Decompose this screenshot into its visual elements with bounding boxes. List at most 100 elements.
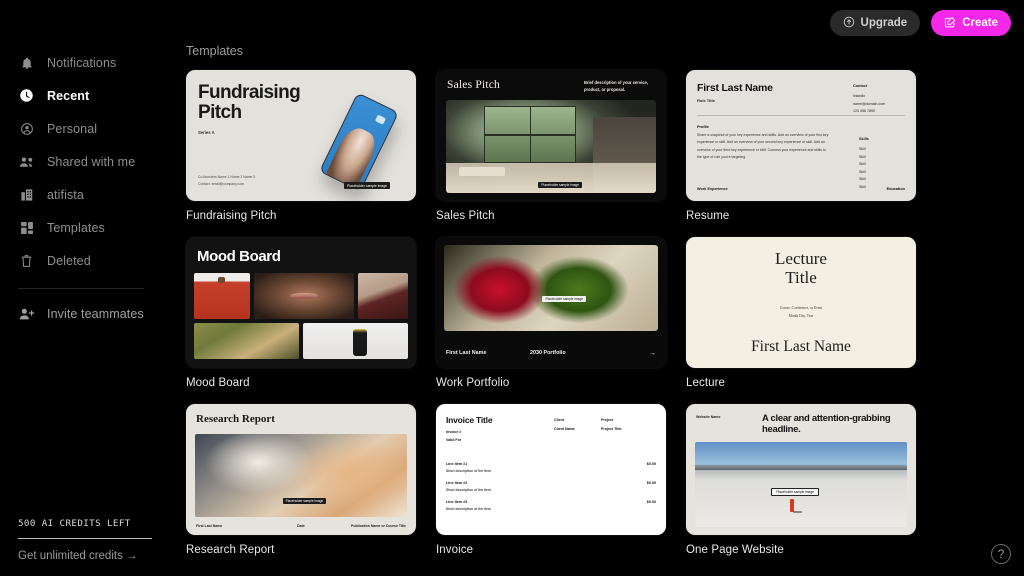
line-item-amount: $0.00 bbox=[646, 462, 656, 466]
template-card-one-page-website[interactable]: Website Name A clear and attention-grabb… bbox=[686, 404, 916, 556]
thumb-title: Sales Pitch bbox=[447, 79, 500, 91]
credits-panel: 500 AI CREDITS LEFT Get unlimited credit… bbox=[18, 518, 158, 562]
profile-heading: Profile bbox=[697, 125, 709, 129]
sidebar-item-deleted[interactable]: Deleted bbox=[0, 244, 168, 277]
mood-photo bbox=[303, 323, 408, 359]
line-item-desc: Short description of the item bbox=[446, 488, 491, 492]
invoice-sub: Invoice # Valid For bbox=[446, 430, 462, 442]
invoice-title: Invoice Title bbox=[446, 415, 493, 425]
template-thumbnail[interactable]: Lecture Title Course, Conference, or Eve… bbox=[686, 237, 916, 368]
template-thumbnail[interactable]: Mood Board bbox=[186, 237, 416, 368]
profile-body: Share a snapshot of your key experience … bbox=[697, 133, 829, 160]
template-caption: Research Report bbox=[186, 544, 275, 556]
table bbox=[458, 166, 505, 177]
template-thumbnail[interactable]: Research Report Placeholder sample image… bbox=[186, 404, 416, 535]
sidebar-item-personal[interactable]: Personal bbox=[0, 112, 168, 145]
person-figure bbox=[790, 498, 803, 513]
template-thumbnail[interactable]: Sales Pitch Brief description of your se… bbox=[436, 70, 666, 201]
report-title: Research Report bbox=[196, 413, 275, 425]
project-heading: Project bbox=[601, 418, 614, 422]
thumb-description: Brief description of your service, produ… bbox=[584, 80, 648, 92]
line-item-name: Line Item #2 bbox=[446, 481, 468, 485]
thumb-footer: Co-founders Name 1 Name 2 Name 3 Contact… bbox=[198, 174, 256, 186]
report-footer-right: Publication Name or Course Title bbox=[351, 524, 406, 528]
template-card-fundraising-pitch[interactable]: Fundraising Pitch Series A Co-founders N… bbox=[186, 70, 416, 222]
template-thumbnail[interactable]: Fundraising Pitch Series A Co-founders N… bbox=[186, 70, 416, 201]
thumb-title: Mood Board bbox=[197, 248, 281, 265]
sidebar-item-label: atifista bbox=[47, 187, 84, 202]
template-card-resume[interactable]: First Last Name Role Title Contact linke… bbox=[686, 70, 916, 222]
invoice-line-items: Line Item #1 Short description of the it… bbox=[446, 462, 656, 519]
contact-lines: linkedin name@domain.com 123 456 7890 bbox=[853, 93, 886, 114]
thumb-title: Fundraising Pitch bbox=[198, 82, 301, 123]
template-card-sales-pitch[interactable]: Sales Pitch Brief description of your se… bbox=[436, 70, 666, 222]
thumb-image-caption: Placeholder sample image bbox=[538, 182, 582, 189]
salt-flat-photo: Placeholder sample image bbox=[695, 442, 907, 527]
template-card-lecture[interactable]: Lecture Title Course, Conference, or Eve… bbox=[686, 237, 916, 389]
page-title: Templates bbox=[186, 44, 243, 58]
template-card-invoice[interactable]: Invoice Title Invoice # Valid For Client… bbox=[436, 404, 666, 556]
report-footer-center: Date bbox=[297, 524, 305, 528]
template-thumbnail[interactable]: Placeholder sample image First Last Name… bbox=[436, 237, 666, 368]
thumb-image-caption: Placeholder sample image bbox=[542, 295, 586, 302]
photo-row-1 bbox=[194, 273, 408, 319]
template-card-research-report[interactable]: Research Report Placeholder sample image… bbox=[186, 404, 416, 556]
arrow-right-icon: → bbox=[649, 350, 656, 357]
template-thumbnail[interactable]: Invoice Title Invoice # Valid For Client… bbox=[436, 404, 666, 535]
template-caption: Fundraising Pitch bbox=[186, 210, 277, 222]
sidebar-item-invite-teammates[interactable]: Invite teammates bbox=[0, 297, 168, 330]
sidebar-item-notifications[interactable]: Notifications bbox=[0, 46, 168, 79]
project-value: Project Title bbox=[601, 426, 622, 431]
line-item-amount: $0.00 bbox=[646, 500, 656, 504]
contact-heading: Contact bbox=[853, 84, 868, 88]
clock-icon bbox=[18, 87, 35, 104]
sidebar-item-shared-with-me[interactable]: Shared with me bbox=[0, 145, 168, 178]
mood-photo bbox=[194, 323, 299, 359]
line-item: Line Item #3 Short description of the it… bbox=[446, 500, 656, 511]
work-heading: Work Experience bbox=[697, 187, 728, 191]
hand-photo bbox=[324, 123, 381, 191]
credits-text: 500 AI CREDITS LEFT bbox=[18, 518, 131, 529]
template-caption: Work Portfolio bbox=[436, 377, 510, 389]
template-card-mood-board[interactable]: Mood Board Mood Board bbox=[186, 237, 416, 389]
mood-photo bbox=[358, 273, 408, 319]
resume-contact: Contact linkedin name@domain.com 123 456… bbox=[853, 83, 905, 116]
lecture-title: Lecture Title bbox=[775, 249, 827, 288]
thumb-image-caption: Placeholder sample image bbox=[771, 488, 819, 497]
lecture-meta: Course, Conference, or Event Month Day, … bbox=[779, 306, 823, 318]
line-item-name: Line Item #1 bbox=[446, 462, 468, 466]
user-plus-icon bbox=[18, 305, 35, 322]
bell-icon bbox=[18, 54, 35, 71]
template-thumbnail[interactable]: First Last Name Role Title Contact linke… bbox=[686, 70, 916, 201]
abstract-photo bbox=[195, 434, 407, 517]
sidebar-item-label: Shared with me bbox=[47, 154, 136, 169]
sidebar-item-atifista[interactable]: atifista bbox=[0, 178, 168, 211]
credits-bar bbox=[18, 538, 152, 539]
client-heading: Client bbox=[554, 418, 564, 422]
sidebar-item-label: Notifications bbox=[47, 55, 117, 70]
client-value: Client Name bbox=[554, 426, 575, 431]
thumb-image-caption: Placeholder sample image bbox=[282, 497, 327, 504]
get-unlimited-credits-link[interactable]: Get unlimited credits → bbox=[18, 550, 158, 562]
template-card-work-portfolio[interactable]: Placeholder sample image First Last Name… bbox=[436, 237, 666, 389]
line-item-desc: Short description of the item bbox=[446, 469, 491, 473]
sidebar-item-templates[interactable]: Templates bbox=[0, 211, 168, 244]
template-thumbnail[interactable]: Website Name A clear and attention-grabb… bbox=[686, 404, 916, 535]
app-root: Notifications Recent Personal Shared wit… bbox=[0, 0, 1024, 576]
mood-photo bbox=[254, 273, 354, 319]
template-caption: Sales Pitch bbox=[436, 210, 495, 222]
window bbox=[483, 105, 577, 164]
sidebar-item-label: Personal bbox=[47, 121, 98, 136]
sidebar-item-recent[interactable]: Recent bbox=[0, 79, 168, 112]
main-content: Templates Fundraising Pitch Series A Co-… bbox=[168, 0, 1024, 576]
photo-row-2 bbox=[194, 323, 408, 359]
line-item: Line Item #1 Short description of the it… bbox=[446, 462, 656, 473]
template-caption: One Page Website bbox=[686, 544, 784, 556]
question-circle-icon[interactable]: ? bbox=[991, 544, 1011, 564]
resume-skills: Skills Skill Skill Skill Skill Skill Ski… bbox=[859, 136, 905, 191]
skills-heading: Skills bbox=[859, 137, 869, 141]
thumb-subtitle: Series A bbox=[198, 130, 215, 135]
invoice-project: Project Project Title bbox=[601, 416, 622, 433]
building-icon bbox=[18, 186, 35, 203]
grid-icon bbox=[18, 219, 35, 236]
